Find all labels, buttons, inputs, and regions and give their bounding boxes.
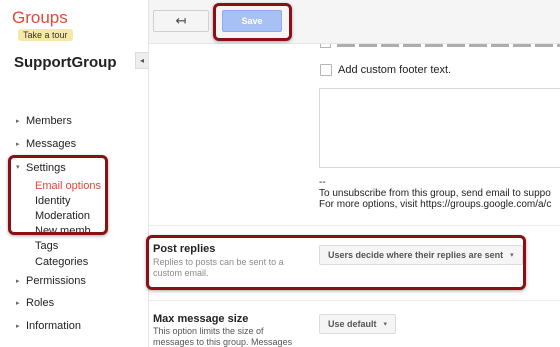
section-divider: [149, 300, 560, 301]
take-a-tour-link[interactable]: Take a tour: [18, 29, 73, 41]
sidebar-subitem-new-members[interactable]: New memb: [35, 225, 91, 234]
post-replies-dropdown[interactable]: Users decide where their replies are sen…: [319, 245, 523, 265]
footer-preview: -- To unsubscribe from this group, send …: [319, 177, 551, 210]
sidebar-item-label: Information: [26, 320, 82, 332]
footer-preview-line2: For more options, visit https://groups.g…: [319, 199, 552, 210]
expand-arrow-icon: ▸: [16, 278, 20, 285]
post-replies-title: Post replies: [153, 243, 216, 255]
groups-logo[interactable]: Groups: [12, 8, 68, 28]
expand-arrow-icon: ▸: [16, 300, 20, 307]
sidebar-subitem-moderation[interactable]: Moderation: [35, 210, 90, 222]
footer-preview-dashes: --: [319, 177, 326, 188]
sidebar-item-label: Permissions: [26, 275, 86, 287]
footer-preview-line1: To unsubscribe from this group, send ema…: [319, 188, 551, 199]
post-replies-value: Users decide where their replies are sen…: [328, 250, 504, 260]
chevron-down-icon: ▾: [383, 320, 388, 328]
max-message-size-title: Max message size: [153, 313, 249, 325]
partial-option-text: [337, 44, 560, 47]
sidebar-item-label: Roles: [26, 297, 55, 309]
checkbox-partial[interactable]: [320, 44, 331, 48]
section-divider: [149, 225, 560, 226]
sidebar-item-label: Messages: [26, 138, 77, 150]
max-message-size-description: This option limits the size of messages …: [153, 326, 293, 347]
max-message-size-value: Use default: [328, 319, 377, 329]
save-button[interactable]: Save: [222, 10, 282, 32]
sidebar: Groups Take a tour SupportGroup ◂ ▸ Memb…: [0, 0, 148, 347]
back-button[interactable]: ↤: [153, 10, 209, 32]
chevron-down-icon: ▾: [510, 251, 514, 259]
expand-arrow-icon: ▸: [16, 141, 20, 148]
expand-arrow-icon: ▸: [16, 323, 20, 330]
group-name[interactable]: SupportGroup: [14, 54, 116, 71]
sidebar-subitem-identity[interactable]: Identity: [35, 195, 70, 207]
sidebar-subitem-tags[interactable]: Tags: [35, 240, 58, 252]
sidebar-subitem-categories[interactable]: Categories: [35, 256, 88, 268]
back-arrow-icon: ↤: [175, 13, 187, 28]
custom-footer-label: Add custom footer text.: [338, 64, 452, 76]
expand-arrow-icon: ▸: [16, 118, 20, 125]
collapse-sidebar-icon[interactable]: ◂: [135, 52, 148, 69]
sidebar-subitem-email-options[interactable]: Email options: [35, 180, 101, 192]
sidebar-item-label: Members: [26, 115, 72, 127]
collapse-arrow-icon: ▾: [16, 164, 20, 171]
max-message-size-dropdown[interactable]: Use default ▾: [319, 314, 397, 334]
custom-footer-textarea[interactable]: [319, 88, 560, 168]
sidebar-item-label: Settings: [26, 162, 66, 174]
custom-footer-checkbox[interactable]: [320, 64, 332, 76]
top-toolbar: [149, 0, 560, 44]
post-replies-description: Replies to posts can be sent to a custom…: [153, 257, 284, 278]
sidebar-divider: [148, 0, 149, 347]
